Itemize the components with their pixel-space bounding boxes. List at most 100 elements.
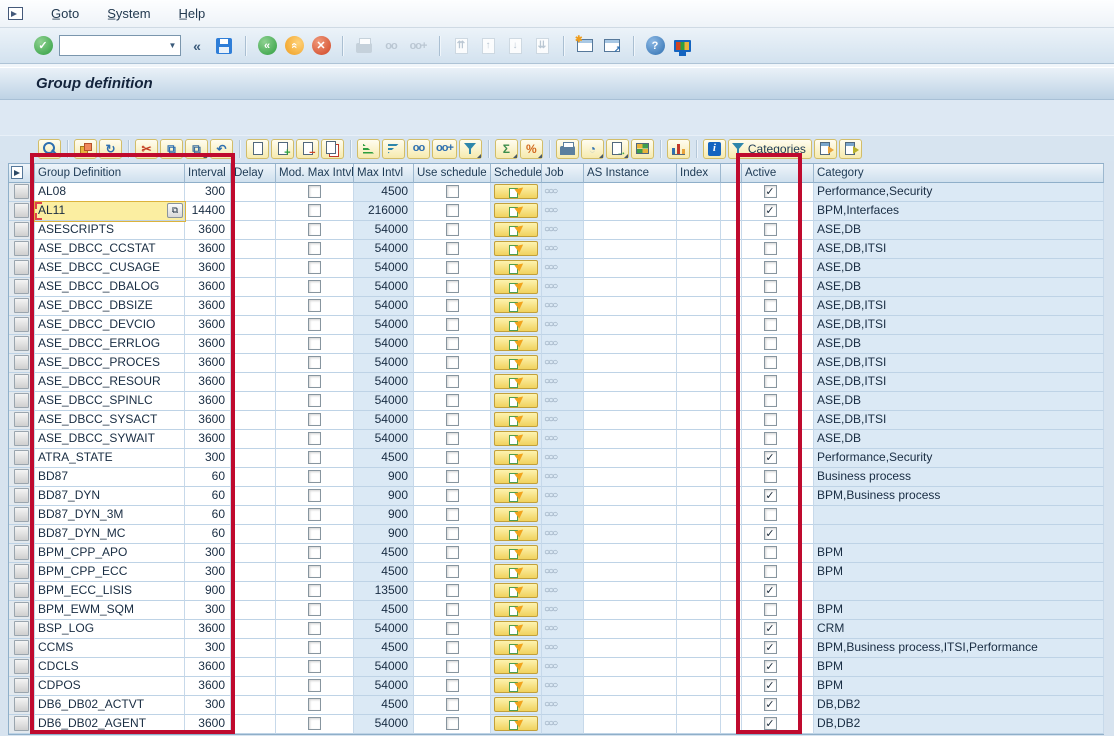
use-schedule-checkbox[interactable] (446, 375, 459, 388)
command-field[interactable]: ▼ (59, 35, 181, 56)
row-selector-button[interactable] (14, 564, 29, 579)
row-selector[interactable] (9, 221, 35, 240)
row-selector-button[interactable] (14, 393, 29, 408)
undo-button[interactable]: ↶ (210, 139, 233, 159)
find-next-button[interactable]: oo+ (407, 34, 429, 58)
schedule-button[interactable] (494, 203, 538, 218)
use-schedule-checkbox[interactable] (446, 185, 459, 198)
use-schedule-checkbox[interactable] (446, 432, 459, 445)
menu-goto[interactable]: G̲oto (51, 6, 79, 21)
active-checkbox[interactable]: ✓ (764, 584, 777, 597)
percentage-button[interactable]: % (520, 139, 543, 159)
row-selector-button[interactable] (14, 412, 29, 427)
job-chain-icon[interactable]: ○○○ (542, 316, 583, 333)
choose-detail-button[interactable] (38, 139, 61, 159)
row-selector-button[interactable] (14, 602, 29, 617)
schedule-button[interactable] (494, 450, 538, 465)
mod-max-intvl-checkbox[interactable] (308, 223, 321, 236)
row-selector-button[interactable] (14, 317, 29, 332)
cell-group-definition[interactable]: CDCLS (35, 658, 185, 677)
use-schedule-checkbox[interactable] (446, 299, 459, 312)
job-chain-icon[interactable]: ○○○ (542, 392, 583, 409)
create-shortcut-button[interactable] (601, 34, 623, 58)
mod-max-intvl-checkbox[interactable] (308, 299, 321, 312)
row-selector[interactable] (9, 392, 35, 411)
mod-max-intvl-checkbox[interactable] (308, 584, 321, 597)
schedule-button[interactable] (494, 336, 538, 351)
active-checkbox[interactable] (764, 280, 777, 293)
row-selector[interactable] (9, 335, 35, 354)
mod-max-intvl-checkbox[interactable] (308, 356, 321, 369)
menu-system[interactable]: S̲ystem (107, 6, 150, 21)
active-checkbox[interactable]: ✓ (764, 660, 777, 673)
job-chain-icon[interactable]: ○○○ (542, 221, 583, 238)
job-chain-icon[interactable]: ○○○ (542, 658, 583, 675)
previous-page-button[interactable]: ↑ (477, 34, 499, 58)
job-chain-icon[interactable]: ○○○ (542, 297, 583, 314)
schedule-button[interactable] (494, 583, 538, 598)
enter-button[interactable]: ✓ (32, 34, 54, 58)
row-selector-button[interactable] (14, 298, 29, 313)
cell-group-definition[interactable]: ATRA_STATE (35, 449, 185, 468)
use-schedule-checkbox[interactable] (446, 242, 459, 255)
row-selector-button[interactable] (14, 545, 29, 560)
row-selector-button[interactable] (14, 621, 29, 636)
active-checkbox[interactable] (764, 470, 777, 483)
customize-layout-button[interactable] (671, 34, 693, 58)
schedule-button[interactable] (494, 545, 538, 560)
row-selector[interactable] (9, 449, 35, 468)
cell-group-definition[interactable]: ASE_DBCC_SPINLC (35, 392, 185, 411)
job-chain-icon[interactable]: ○○○ (542, 240, 583, 257)
row-selector[interactable] (9, 430, 35, 449)
job-chain-icon[interactable]: ○○○ (542, 677, 583, 694)
cell-group-definition[interactable]: CCMS (35, 639, 185, 658)
find-button[interactable]: oo (380, 34, 402, 58)
mod-max-intvl-checkbox[interactable] (308, 280, 321, 293)
schedule-button[interactable] (494, 621, 538, 636)
schedule-button[interactable] (494, 697, 538, 712)
cell-group-definition[interactable]: AL11⧉ (35, 202, 185, 221)
cell-group-definition[interactable]: BD87 (35, 468, 185, 487)
mod-max-intvl-checkbox[interactable] (308, 204, 321, 217)
back-button[interactable]: « (256, 34, 278, 58)
new-entry-button[interactable] (246, 139, 269, 159)
job-chain-icon[interactable]: ○○○ (542, 601, 583, 618)
row-selector-button[interactable] (14, 279, 29, 294)
row-selector[interactable] (9, 620, 35, 639)
mod-max-intvl-checkbox[interactable] (308, 451, 321, 464)
row-selector[interactable] (9, 715, 35, 734)
use-schedule-checkbox[interactable] (446, 660, 459, 673)
row-selector-button[interactable] (14, 659, 29, 674)
exit-button[interactable]: ✕ (310, 34, 332, 58)
cell-group-definition[interactable]: BPM_CPP_APO (35, 544, 185, 563)
mod-max-intvl-checkbox[interactable] (308, 641, 321, 654)
active-checkbox[interactable] (764, 242, 777, 255)
job-chain-icon[interactable]: ○○○ (542, 468, 583, 485)
cell-group-definition[interactable]: DB6_DB02_AGENT (35, 715, 185, 734)
cell-group-definition[interactable]: ASE_DBCC_DBALOG (35, 278, 185, 297)
mod-max-intvl-checkbox[interactable] (308, 432, 321, 445)
job-chain-icon[interactable]: ○○○ (542, 373, 583, 390)
job-chain-icon[interactable]: ○○○ (542, 202, 583, 219)
use-schedule-checkbox[interactable] (446, 603, 459, 616)
active-checkbox[interactable] (764, 603, 777, 616)
new-session-button[interactable] (574, 34, 596, 58)
schedule-button[interactable] (494, 488, 538, 503)
mod-max-intvl-checkbox[interactable] (308, 413, 321, 426)
use-schedule-checkbox[interactable] (446, 717, 459, 730)
row-selector[interactable] (9, 563, 35, 582)
duplicate-row-button[interactable] (321, 139, 344, 159)
mod-max-intvl-checkbox[interactable] (308, 261, 321, 274)
use-schedule-checkbox[interactable] (446, 280, 459, 293)
job-chain-icon[interactable]: ○○○ (542, 335, 583, 352)
hide-column-button[interactable] (839, 139, 862, 159)
cell-group-definition[interactable]: BPM_ECC_LISIS (35, 582, 185, 601)
cell-group-definition[interactable]: ASE_DBCC_SYWAIT (35, 430, 185, 449)
schedule-button[interactable] (494, 317, 538, 332)
row-selector[interactable] (9, 183, 35, 202)
schedule-button[interactable] (494, 716, 538, 731)
active-checkbox[interactable]: ✓ (764, 698, 777, 711)
row-selector-button[interactable] (14, 184, 29, 199)
job-chain-icon[interactable]: ○○○ (542, 696, 583, 713)
row-selector-button[interactable] (14, 488, 29, 503)
